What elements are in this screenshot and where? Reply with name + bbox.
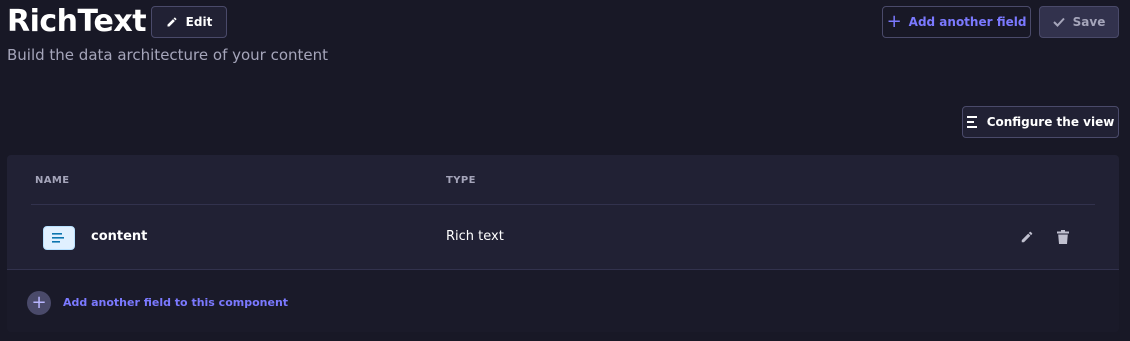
field-type: Rich text (446, 229, 504, 244)
rich-text-icon (43, 226, 75, 250)
page-title: RichText (7, 4, 147, 39)
add-field-footer: + Add another field to this component (7, 269, 1119, 332)
plus-circle-icon[interactable]: + (27, 291, 51, 315)
fields-panel: NAME TYPE content Rich text + Add anothe… (7, 155, 1119, 332)
edit-button[interactable]: Edit (151, 6, 227, 38)
table-row: content Rich text (7, 205, 1119, 269)
column-header-name: NAME (35, 175, 70, 186)
page-subtitle: Build the data architecture of your cont… (7, 46, 329, 64)
list-settings-icon (966, 116, 977, 128)
configure-view-label: Configure the view (986, 115, 1115, 129)
save-button[interactable]: Save (1039, 6, 1119, 38)
check-icon (1052, 17, 1065, 27)
field-name: content (91, 229, 148, 244)
edit-field-icon[interactable] (1019, 229, 1035, 245)
save-button-label: Save (1072, 15, 1106, 29)
add-another-field-button[interactable]: + Add another field (882, 6, 1031, 38)
add-another-field-label: Add another field (908, 15, 1027, 29)
pencil-icon (167, 17, 177, 27)
edit-button-label: Edit (185, 15, 213, 29)
add-field-to-component-link[interactable]: Add another field to this component (63, 296, 288, 309)
trash-icon[interactable] (1055, 229, 1071, 245)
column-header-type: TYPE (446, 175, 476, 186)
plus-icon: + (886, 11, 902, 32)
configure-view-button[interactable]: Configure the view (962, 106, 1119, 138)
